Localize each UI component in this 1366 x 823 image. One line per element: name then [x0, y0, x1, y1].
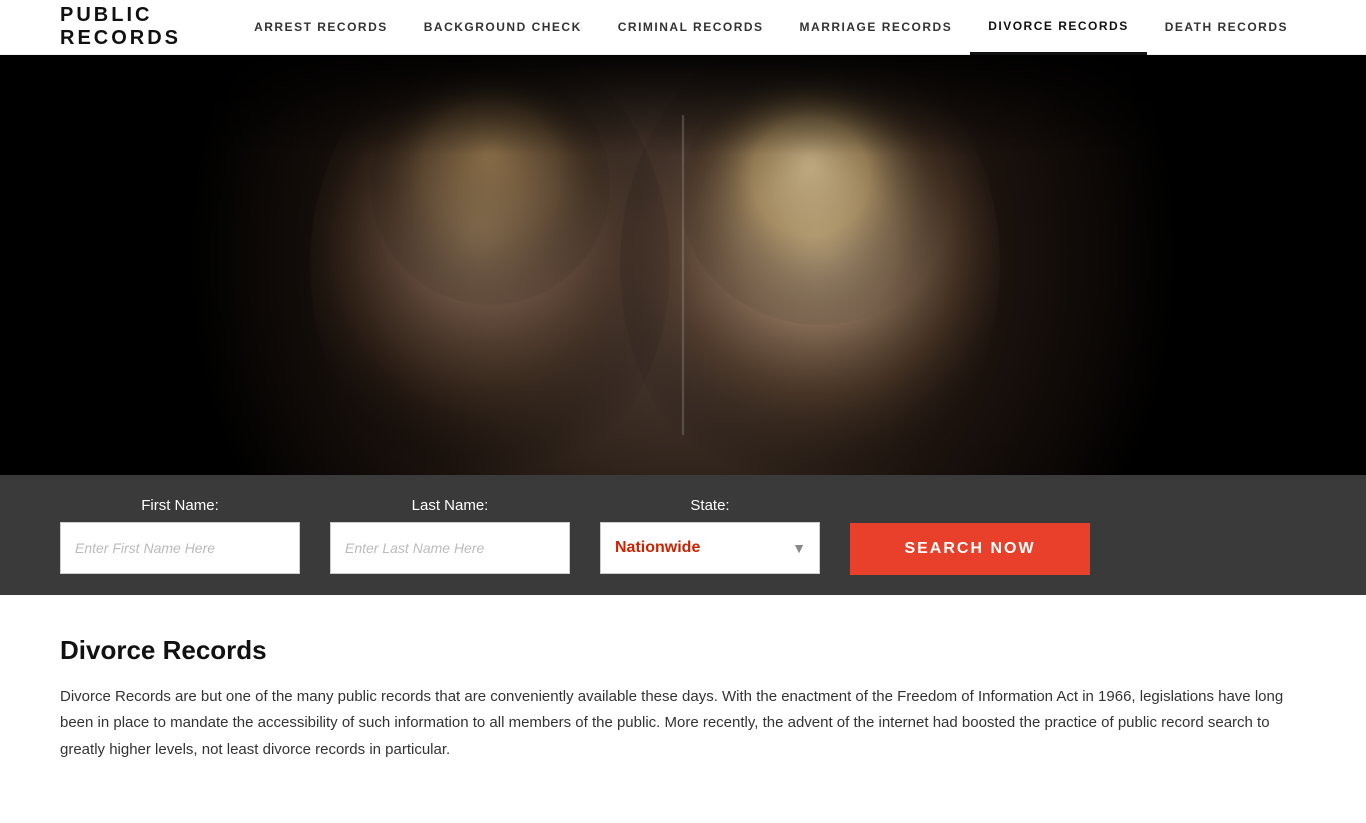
- search-now-button[interactable]: SEARCH NOW: [850, 523, 1090, 575]
- nav-item-divorce-records[interactable]: DIVORCE RECORDS: [970, 0, 1147, 55]
- search-section: First Name: Last Name: State: Nationwide…: [0, 475, 1366, 595]
- last-name-label: Last Name:: [330, 497, 570, 514]
- nav-item-marriage-records[interactable]: MARRIAGE RECORDS: [782, 0, 971, 55]
- state-select-wrapper: NationwideAlabamaAlaskaArizonaArkansasCa…: [600, 522, 820, 574]
- nav-item-background-check[interactable]: BACKGROUND CHECK: [406, 0, 600, 55]
- state-group: State: NationwideAlabamaAlaskaArizonaArk…: [600, 497, 820, 574]
- last-name-input[interactable]: [330, 522, 570, 574]
- site-logo[interactable]: PUBLIC RECORDS: [60, 4, 236, 50]
- main-content: Divorce Records Divorce Records are but …: [0, 595, 1366, 823]
- site-header: PUBLIC RECORDS ARREST RECORDSBACKGROUND …: [0, 0, 1366, 55]
- main-nav: ARREST RECORDSBACKGROUND CHECKCRIMINAL R…: [236, 0, 1306, 55]
- nav-item-arrest-records[interactable]: ARREST RECORDS: [236, 0, 406, 55]
- content-paragraph-1: Divorce Records are but one of the many …: [60, 684, 1306, 763]
- hero-canvas: [0, 55, 1366, 475]
- content-heading: Divorce Records: [60, 635, 1306, 666]
- first-name-input[interactable]: [60, 522, 300, 574]
- last-name-group: Last Name:: [330, 497, 570, 574]
- nav-item-criminal-records[interactable]: CRIMINAL RECORDS: [600, 0, 782, 55]
- first-name-group: First Name:: [60, 497, 300, 574]
- hero-section: [0, 55, 1366, 475]
- nav-item-death-records[interactable]: DEATH RECORDS: [1147, 0, 1306, 55]
- state-label: State:: [600, 497, 820, 514]
- first-name-label: First Name:: [60, 497, 300, 514]
- state-select[interactable]: NationwideAlabamaAlaskaArizonaArkansasCa…: [600, 522, 820, 574]
